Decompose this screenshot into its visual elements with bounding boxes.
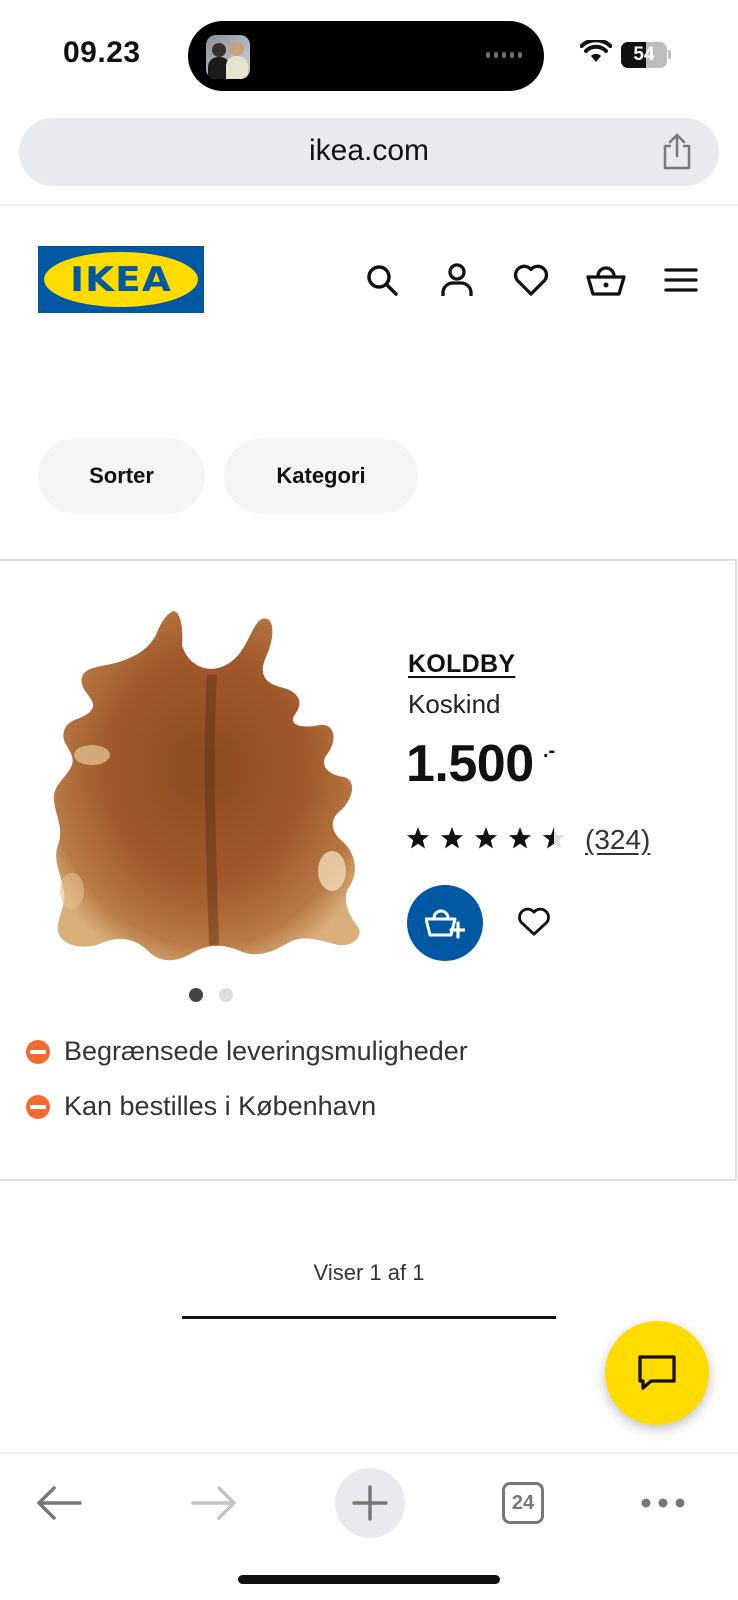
more-icon [641,1498,685,1508]
product-image[interactable] [52,605,372,965]
availability-store: Kan bestilles i København [26,1091,376,1122]
add-to-cart-button[interactable] [407,885,483,961]
product-name[interactable]: KOLDBY [408,650,515,679]
review-count-link[interactable]: (324) [585,824,650,856]
availability-text: Begrænsede leveringsmuligheder [64,1036,468,1066]
forward-button[interactable] [179,1468,249,1538]
half-star-icon [543,827,565,849]
availability-status-icon [26,1094,50,1119]
battery-nub [668,50,671,59]
results-progress-bar [182,1316,556,1319]
new-tab-button[interactable] [335,1468,405,1538]
header-divider [0,204,738,206]
chat-button[interactable] [605,1321,709,1425]
results-progress-fill [182,1316,556,1319]
dynamic-island [188,21,544,91]
carousel-dot-active[interactable] [189,988,203,1002]
tabs-button[interactable]: 24 [488,1468,558,1538]
url-bar[interactable]: ikea.com [19,118,719,186]
arrow-left-icon [37,1486,82,1520]
results-count: Viser 1 af 1 [313,1260,425,1285]
audio-waveform-icon [486,52,522,58]
profile-icon[interactable] [435,258,479,302]
live-activity-avatar [206,35,250,79]
category-button[interactable]: Kategori [224,438,418,514]
availability-text: Kan bestilles i København [64,1091,377,1121]
search-icon[interactable] [360,258,404,302]
ikea-logo[interactable]: IKEA [38,246,204,313]
basket-icon[interactable] [584,258,628,302]
arrow-right-icon [191,1486,236,1520]
carousel-dot[interactable] [219,988,233,1002]
chat-icon [638,1355,676,1390]
star-icon [475,827,497,849]
url-text[interactable]: ikea.com [19,134,719,168]
product-description: Koskind [408,689,501,719]
star-icon [441,827,463,849]
share-icon[interactable] [659,132,695,172]
logo-text: IKEA [70,260,172,300]
star-icon [509,827,531,849]
status-time: 09.23 [63,36,141,69]
availability-delivery: Begrænsede leveringsmuligheder [26,1036,468,1067]
battery-icon: 54 [621,42,667,68]
heart-icon[interactable] [509,258,553,302]
plus-icon [352,1485,388,1521]
wifi-icon [580,40,612,62]
tabs-count: 24 [502,1482,544,1524]
back-button[interactable] [24,1468,94,1538]
home-indicator [238,1575,500,1584]
product-price: 1.500 [406,735,534,793]
sort-button[interactable]: Sorter [38,438,205,514]
rating-stars [406,826,566,850]
availability-status-icon [26,1039,50,1064]
star-icon [407,827,429,849]
menu-icon[interactable] [659,258,703,302]
battery-level: 54 [633,44,655,65]
add-to-basket-icon [425,909,465,939]
more-button[interactable] [628,1468,698,1538]
price-suffix: .- [543,740,556,762]
favorite-button[interactable] [514,902,554,942]
heart-icon [518,907,550,936]
